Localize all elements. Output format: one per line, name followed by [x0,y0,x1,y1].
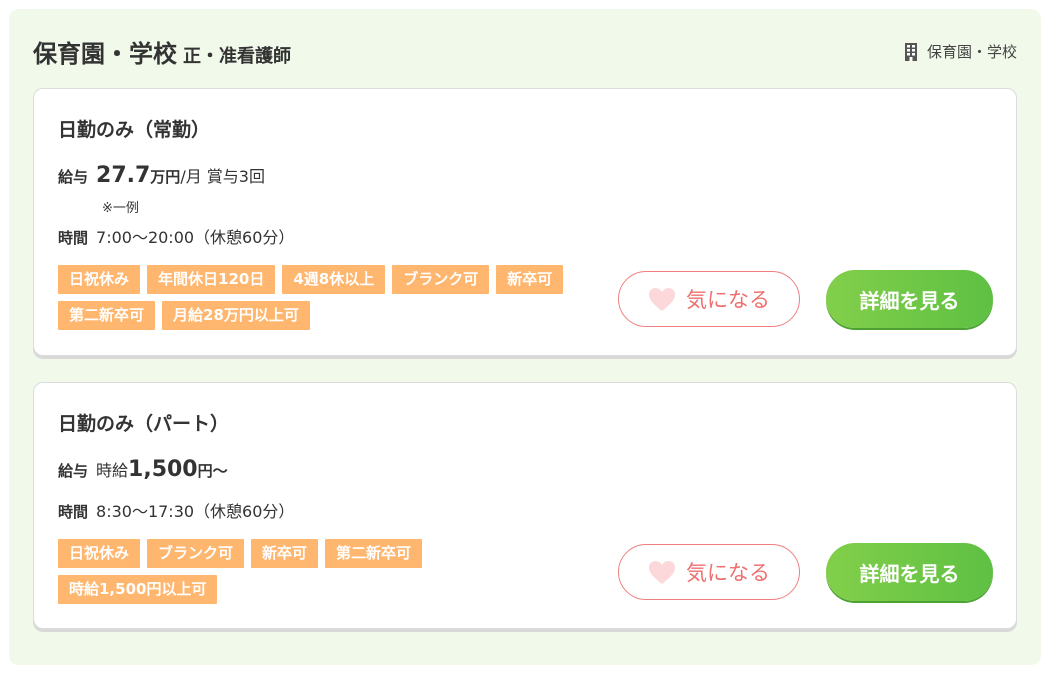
salary-suffix: /月 賞与3回 [180,167,265,186]
tag: 年間休日120日 [147,265,276,294]
tag: ブランク可 [147,539,245,568]
salary-unit: 円〜 [197,462,228,480]
salary-amount: 1,500 [128,457,198,482]
tag: 4週8休以上 [282,265,386,294]
heart-icon [648,560,676,585]
facility-type-label: 保育園・学校 [926,43,1017,61]
tag: 日祝休み [58,265,141,294]
tag: ブランク可 [392,265,490,294]
heart-icon [648,287,676,312]
facility-name: 保育園・学校 [33,40,177,68]
time-label: 時間 [58,503,89,521]
detail-button[interactable]: 詳細を見る [826,270,993,328]
tag: 第二新卒可 [325,539,423,568]
tag: 日祝休み [58,539,141,568]
time-value: 7:00〜20:00（休憩60分） [96,228,295,247]
tag: 第二新卒可 [58,301,156,330]
tag: 時給1,500円以上可 [58,575,218,604]
salary-prefix: 時給 [96,461,129,480]
job-title: 日勤のみ（パート） [58,413,230,435]
favorite-button[interactable]: 気になる [618,544,800,600]
salary-label: 給与 [58,168,89,186]
facility-panel: 保育園・学校 正・准看護師 保育園・学校 日勤のみ（常勤） 給与 27.7万円/月 … [9,9,1041,665]
favorite-button[interactable]: 気になる [618,271,800,327]
detail-button[interactable]: 詳細を見る [826,543,993,601]
tag: 新卒可 [251,539,319,568]
time-label: 時間 [58,229,89,247]
tag: 新卒可 [496,265,564,294]
salary-row: 給与 27.7万円/月 賞与3回 [58,163,265,188]
salary-unit: 万円 [150,168,181,186]
facility-job: 正・准看護師 [183,46,291,67]
tag: 月給28万円以上可 [162,301,310,330]
time-row: 時間 7:00〜20:00（休憩60分） [58,224,294,248]
facility-title: 保育園・学校 正・准看護師 [33,34,291,69]
job-card: 日勤のみ（パート） 給与 時給1,500円〜 時間 8:30〜17:30（休憩60分… [33,382,1017,629]
building-icon [904,42,917,61]
salary-label: 給与 [58,462,89,480]
favorite-label: 気になる [686,561,770,585]
facility-header: 保育園・学校 正・准看護師 保育園・学校 [33,31,1017,71]
time-row: 時間 8:30〜17:30（休憩60分） [58,498,294,522]
job-card: 日勤のみ（常勤） 給与 27.7万円/月 賞与3回 ※一例 時間 7:00〜20:0… [33,88,1017,356]
job-title: 日勤のみ（常勤） [58,119,211,141]
salary-row: 給与 時給1,500円〜 [58,457,228,482]
tag-list: 日祝休み ブランク可 新卒可 第二新卒可 時給1,500円以上可 [58,539,578,604]
salary-amount: 27.7 [96,163,151,188]
facility-type: 保育園・学校 [904,41,1017,62]
favorite-label: 気になる [686,288,770,312]
salary-note: ※一例 [102,201,139,216]
time-value: 8:30〜17:30（休憩60分） [96,502,295,521]
tag-list: 日祝休み 年間休日120日 4週8休以上 ブランク可 新卒可 第二新卒可 月給2… [58,265,578,330]
